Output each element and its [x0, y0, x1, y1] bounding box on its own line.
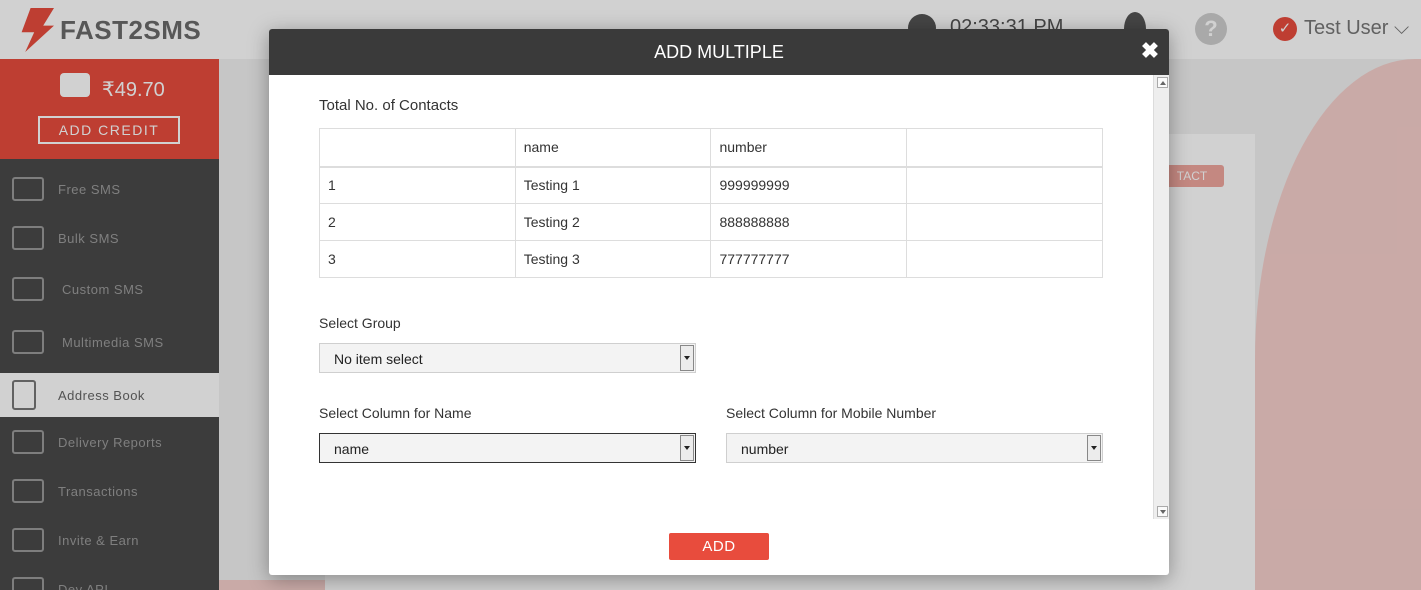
table-cell: 999999999: [710, 166, 908, 204]
close-icon[interactable]: ✖: [1139, 38, 1161, 64]
chevron-down-icon: [1087, 435, 1101, 461]
select-group-label: Select Group: [319, 315, 401, 331]
modal-header: ADD MULTIPLE ✖: [269, 29, 1169, 75]
scroll-down-icon[interactable]: [1157, 506, 1168, 517]
chevron-down-icon: [680, 345, 694, 371]
table-cell: [906, 166, 1103, 204]
scroll-up-icon[interactable]: [1157, 77, 1168, 88]
name-column-dropdown[interactable]: name: [319, 433, 696, 463]
modal-title: ADD MULTIPLE: [654, 42, 784, 62]
name-column-label: Select Column for Name: [319, 405, 472, 421]
contacts-table: name number 1 Testing 1 999999999 2 Test…: [319, 128, 1103, 278]
table-header-row: name number: [319, 128, 1103, 168]
table-cell: [906, 240, 1103, 278]
table-cell: 1: [319, 166, 516, 204]
column-header: number: [710, 128, 908, 168]
table-cell: Testing 3: [514, 240, 712, 278]
table-cell: Testing 2: [514, 203, 712, 241]
table-row: 3 Testing 3 777777777: [319, 240, 1103, 278]
table-cell: Testing 1: [514, 166, 712, 204]
table-cell: 3: [319, 240, 516, 278]
table-cell: [906, 203, 1103, 241]
table-cell: 777777777: [710, 240, 908, 278]
chevron-down-icon: [680, 435, 694, 461]
column-header: [906, 128, 1103, 168]
table-row: 2 Testing 2 888888888: [319, 203, 1103, 241]
modal-scrollbar[interactable]: [1153, 75, 1169, 519]
total-contacts-label: Total No. of Contacts: [319, 97, 459, 114]
table-row: 1 Testing 1 999999999: [319, 166, 1103, 204]
table-cell: 2: [319, 203, 516, 241]
column-header: name: [514, 128, 712, 168]
table-cell: 888888888: [710, 203, 908, 241]
mobile-column-value: number: [741, 441, 789, 457]
mobile-column-label: Select Column for Mobile Number: [726, 405, 937, 421]
column-header: [319, 128, 516, 168]
mobile-column-dropdown[interactable]: number: [726, 433, 1103, 463]
add-button[interactable]: ADD: [669, 533, 769, 560]
name-column-value: name: [334, 441, 370, 457]
select-group-value: No item select: [334, 351, 423, 367]
select-group-dropdown[interactable]: No item select: [319, 343, 696, 373]
add-multiple-modal: ADD MULTIPLE ✖ Total No. of Contacts nam…: [269, 29, 1169, 575]
